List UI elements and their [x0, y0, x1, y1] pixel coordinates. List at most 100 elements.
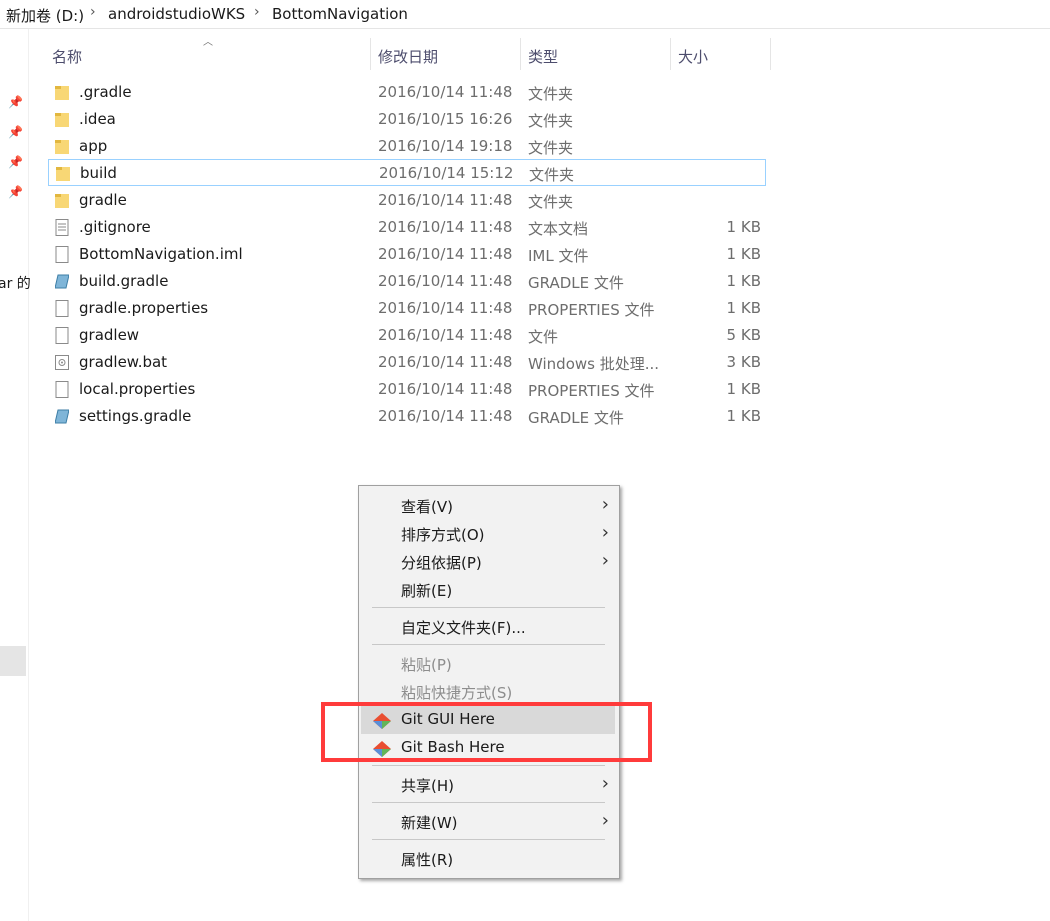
file-date: 2016/10/15 16:26 — [378, 110, 513, 128]
file-size: 1 KB — [726, 218, 761, 236]
menu-item-properties[interactable]: 属性(R) — [361, 845, 615, 873]
pin-icon: 📌 — [8, 125, 23, 139]
folder-icon — [55, 113, 69, 127]
file-date: 2016/10/14 11:48 — [378, 83, 513, 101]
file-row[interactable]: gradle.properties 2016/10/14 11:48 PROPE… — [48, 295, 766, 322]
menu-item-sort-by[interactable]: 排序方式(O) › — [361, 520, 615, 548]
file-row[interactable]: build.gradle 2016/10/14 11:48 GRADLE 文件 … — [48, 268, 766, 295]
file-row[interactable]: app 2016/10/14 19:18 文件夹 — [48, 133, 766, 160]
file-size: 1 KB — [726, 380, 761, 398]
file-icon — [55, 381, 69, 398]
file-row[interactable]: gradle 2016/10/14 11:48 文件夹 — [48, 187, 766, 214]
highlight-annotation-box — [321, 702, 652, 762]
menu-item-refresh[interactable]: 刷新(E) — [361, 576, 615, 604]
file-name: build — [80, 164, 117, 182]
file-size: 1 KB — [726, 272, 761, 290]
file-name: gradlew — [79, 326, 140, 344]
menu-item-view[interactable]: 查看(V) › — [361, 492, 615, 520]
menu-separator — [372, 644, 605, 645]
address-bar[interactable]: 新加卷 (D:) › androidstudioWKS › BottomNavi… — [0, 0, 1050, 29]
file-type: 文件 — [528, 328, 559, 346]
file-row[interactable]: gradlew 2016/10/14 11:48 文件 5 KB — [48, 322, 766, 349]
breadcrumb-folder[interactable]: androidstudioWKS — [108, 5, 245, 23]
file-name: gradlew.bat — [79, 353, 168, 371]
chevron-right-icon: › — [601, 810, 609, 831]
menu-item-share[interactable]: 共享(H) › — [361, 771, 615, 799]
chevron-right-icon: › — [601, 773, 609, 794]
breadcrumb-drive[interactable]: 新加卷 (D:) — [6, 5, 84, 26]
menu-item-paste[interactable]: 粘贴(P) — [361, 650, 615, 678]
context-menu: 查看(V) › 排序方式(O) › 分组依据(P) › 刷新(E) 自定义文件夹… — [358, 485, 620, 879]
file-date: 2016/10/14 11:48 — [378, 191, 513, 209]
file-row[interactable]: BottomNavigation.iml 2016/10/14 11:48 IM… — [48, 241, 766, 268]
file-name: gradle.properties — [79, 299, 209, 317]
folder-icon — [56, 167, 70, 181]
file-date: 2016/10/14 11:48 — [378, 245, 513, 263]
file-type: 文件夹 — [528, 112, 574, 130]
file-type: GRADLE 文件 — [528, 409, 624, 427]
file-icon — [55, 300, 69, 317]
gradle-file-icon — [55, 274, 69, 289]
file-size: 3 KB — [726, 353, 761, 371]
menu-item-group-by[interactable]: 分组依据(P) › — [361, 548, 615, 576]
breadcrumb-chevron-icon[interactable]: › — [254, 4, 260, 20]
column-header-name[interactable]: 名称 — [48, 38, 370, 70]
file-name: build.gradle — [79, 272, 169, 290]
file-date: 2016/10/14 11:48 — [378, 407, 513, 425]
file-row-selected[interactable]: build 2016/10/14 15:12 文件夹 — [48, 159, 766, 186]
menu-separator — [372, 607, 605, 608]
column-header-size[interactable]: 大小 — [671, 38, 771, 70]
file-date: 2016/10/14 11:48 — [378, 218, 513, 236]
file-row[interactable]: .gitignore 2016/10/14 11:48 文本文档 1 KB — [48, 214, 766, 241]
file-type: 文件夹 — [529, 166, 575, 184]
file-row[interactable]: .idea 2016/10/15 16:26 文件夹 — [48, 106, 766, 133]
file-row[interactable]: local.properties 2016/10/14 11:48 PROPER… — [48, 376, 766, 403]
file-type: PROPERTIES 文件 — [528, 382, 655, 400]
file-type: 文件夹 — [528, 85, 574, 103]
nav-selected-item[interactable] — [0, 646, 26, 676]
file-name: gradle — [79, 191, 127, 209]
file-type: IML 文件 — [528, 247, 589, 265]
folder-icon — [55, 140, 69, 154]
menu-separator — [372, 765, 605, 766]
folder-icon — [55, 194, 69, 208]
nav-item-label[interactable]: ar 的 — [0, 273, 31, 293]
chevron-right-icon: › — [601, 494, 609, 515]
file-name: app — [79, 137, 108, 155]
file-date: 2016/10/14 11:48 — [378, 299, 513, 317]
navigation-pane[interactable]: 📌 📌 📌 📌 ar 的 — [0, 29, 31, 921]
file-type: PROPERTIES 文件 — [528, 301, 655, 319]
file-size: 1 KB — [726, 407, 761, 425]
file-date: 2016/10/14 11:48 — [378, 326, 513, 344]
menu-item-customize-folder[interactable]: 自定义文件夹(F)... — [361, 613, 615, 641]
file-row[interactable]: gradlew.bat 2016/10/14 11:48 Windows 批处理… — [48, 349, 766, 376]
file-size: 1 KB — [726, 299, 761, 317]
file-date: 2016/10/14 19:18 — [378, 137, 513, 155]
column-divider[interactable] — [770, 38, 771, 70]
chevron-right-icon: › — [601, 522, 609, 543]
pin-icon: 📌 — [8, 95, 23, 109]
menu-separator — [372, 802, 605, 803]
file-type: 文件夹 — [528, 193, 574, 211]
column-header-type[interactable]: 类型 — [521, 38, 671, 70]
file-date: 2016/10/14 11:48 — [378, 380, 513, 398]
file-name: .idea — [79, 110, 116, 128]
file-row[interactable]: settings.gradle 2016/10/14 11:48 GRADLE … — [48, 403, 766, 430]
pin-icon: 📌 — [8, 155, 23, 169]
menu-item-new[interactable]: 新建(W) › — [361, 808, 615, 836]
gradle-file-icon — [55, 409, 69, 424]
file-type: 文本文档 — [528, 220, 589, 238]
breadcrumb-chevron-icon[interactable]: › — [90, 4, 96, 20]
file-type: GRADLE 文件 — [528, 274, 624, 292]
breadcrumb-current-folder[interactable]: BottomNavigation — [272, 5, 408, 23]
column-header-date[interactable]: 修改日期 — [371, 38, 521, 70]
file-type: 文件夹 — [528, 139, 574, 157]
file-date: 2016/10/14 11:48 — [378, 353, 513, 371]
pin-icon: 📌 — [8, 185, 23, 199]
text-file-icon — [55, 219, 69, 236]
file-name: .gradle — [79, 83, 132, 101]
file-name: settings.gradle — [79, 407, 192, 425]
file-row[interactable]: .gradle 2016/10/14 11:48 文件夹 — [48, 79, 766, 106]
file-name: .gitignore — [79, 218, 151, 236]
chevron-right-icon: › — [601, 550, 609, 571]
